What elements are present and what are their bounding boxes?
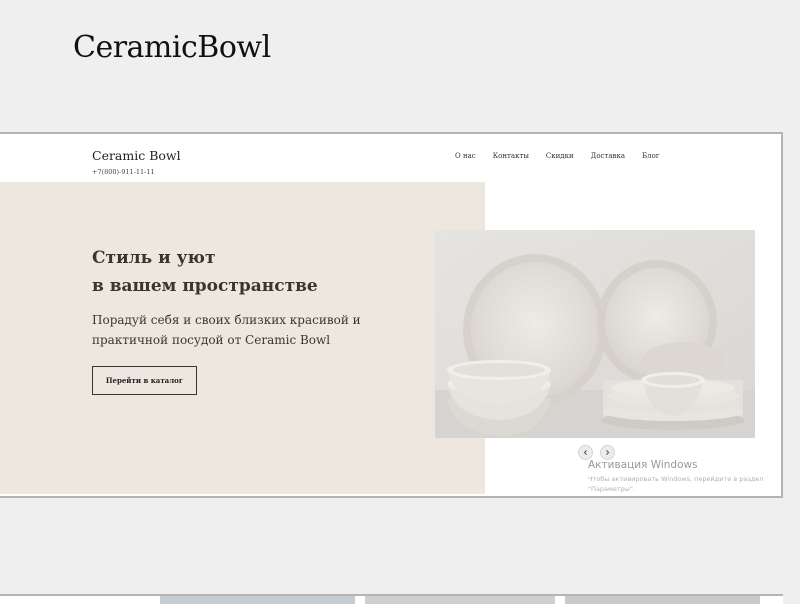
main-nav: О нас Контакты Скидки Доставка Блог xyxy=(455,152,677,160)
hero-title-line-1: Стиль и уют xyxy=(92,248,216,268)
nav-link-discounts[interactable]: Скидки xyxy=(546,152,574,160)
windows-activation-text: Чтобы активировать Windows, перейдите в … xyxy=(588,475,764,493)
windows-activation-watermark: Активация Windows Чтобы активировать Win… xyxy=(588,459,773,494)
hero-title: Стиль и уют в вашем пространстве xyxy=(92,244,318,300)
hero-title-line-2: в вашем пространстве xyxy=(92,276,318,296)
website-preview-frame: Ceramic Bowl +7(800)-911-11-11 О нас Кон… xyxy=(0,132,783,498)
site-header: Ceramic Bowl +7(800)-911-11-11 О нас Кон… xyxy=(0,134,781,182)
preview-image xyxy=(160,596,355,604)
slider-prev-button[interactable] xyxy=(578,445,593,460)
hero-subtitle: Порадуй себя и своих близких красивой и … xyxy=(92,310,392,350)
slider-controls xyxy=(578,445,622,460)
product-photo xyxy=(435,230,755,438)
nav-link-about[interactable]: О нас xyxy=(455,152,476,160)
preview-image xyxy=(565,596,760,604)
next-section-preview xyxy=(0,594,783,604)
page-title: CeramicBowl xyxy=(73,30,271,65)
hero-subtitle-line-2: практичной посудой от Ceramic Bowl xyxy=(92,333,331,347)
chevron-right-icon xyxy=(606,450,610,455)
nav-link-delivery[interactable]: Доставка xyxy=(591,152,625,160)
preview-image xyxy=(365,596,555,604)
chevron-left-icon xyxy=(583,450,587,455)
windows-activation-title: Активация Windows xyxy=(588,459,698,471)
hero-subtitle-line-1: Порадуй себя и своих близких красивой и xyxy=(92,313,361,327)
nav-link-blog[interactable]: Блог xyxy=(642,152,659,160)
slider-next-button[interactable] xyxy=(600,445,615,460)
catalog-button[interactable]: Перейти в каталог xyxy=(92,366,197,395)
site-phone[interactable]: +7(800)-911-11-11 xyxy=(92,168,155,176)
site-brand[interactable]: Ceramic Bowl xyxy=(92,148,181,163)
nav-link-contacts[interactable]: Контакты xyxy=(493,152,529,160)
